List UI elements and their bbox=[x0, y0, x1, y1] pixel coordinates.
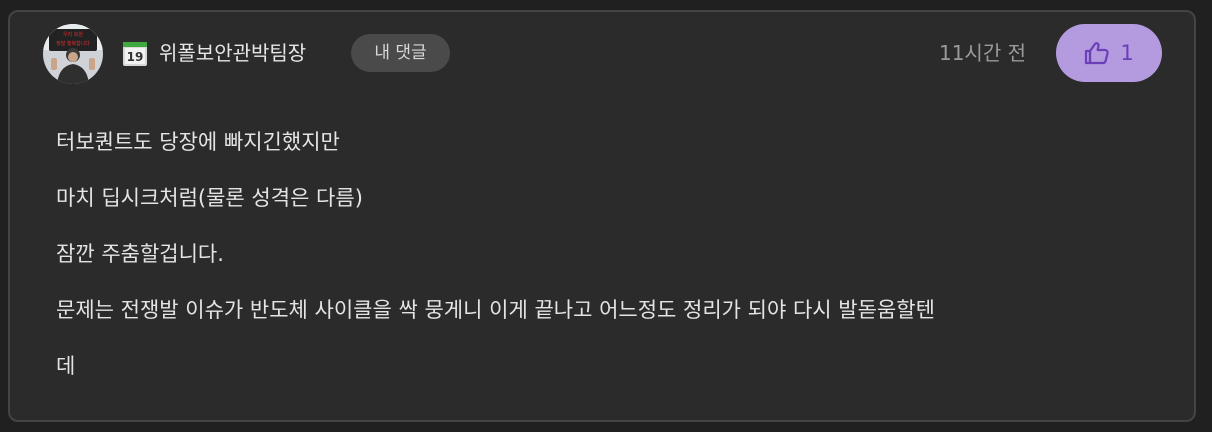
comment-line: 마치 딥시크처럼(물론 성격은 다름) bbox=[56, 186, 363, 210]
comment-line: 데 bbox=[56, 354, 76, 378]
avatar-image: 우리 회원 정말 행복합니다 bbox=[43, 24, 103, 84]
like-button[interactable]: 1 bbox=[1056, 24, 1162, 82]
grade-badge-icon: 19 bbox=[122, 41, 148, 71]
my-comment-badge: 내 댓글 bbox=[351, 34, 450, 72]
comment-line: 문제는 전쟁발 이슈가 반도체 사이클을 싹 뭉게니 이게 끝나고 어느정도 정… bbox=[56, 298, 935, 322]
comment-timestamp: 11시간 전 bbox=[938, 41, 1026, 65]
thumbs-up-icon bbox=[1084, 41, 1110, 65]
comment-card: 우리 회원 정말 행복합니다 19 위폴보안관박팀장 내 댓글 11시간 전 1 bbox=[8, 10, 1196, 422]
comment-line: 터보퀀트도 당장에 빠지긴했지만 bbox=[56, 130, 340, 154]
comment-body: 터보퀀트도 당장에 빠지긴했지만 마치 딥시크처럼(물론 성격은 다름) 잠깐 … bbox=[56, 114, 1166, 394]
comment-line: 잠깐 주춤할겁니다. bbox=[56, 242, 224, 266]
avatar[interactable]: 우리 회원 정말 행복합니다 bbox=[43, 24, 103, 84]
like-count: 1 bbox=[1120, 40, 1134, 65]
avatar-sign-line-1: 우리 회원 bbox=[63, 31, 83, 38]
grade-badge-label: 19 bbox=[127, 50, 144, 64]
avatar-sign-line-2: 정말 행복합니다 bbox=[56, 40, 90, 47]
author-nickname[interactable]: 위폴보안관박팀장 bbox=[159, 35, 306, 71]
